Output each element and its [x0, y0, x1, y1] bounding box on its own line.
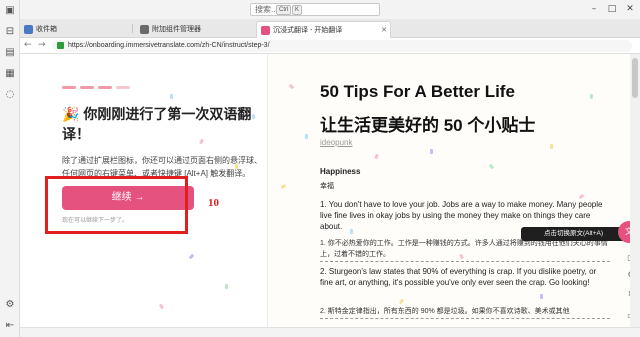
paragraph-1-translation: 1. 你不必热爱你的工作。工作是一种赚钱的方式。许多人通过将赚到的钱用在他们关心… [320, 238, 610, 262]
scrollbar-thumb[interactable] [632, 58, 638, 98]
status-bar [20, 327, 640, 337]
forward-icon[interactable]: → [38, 40, 46, 50]
step-indicator [62, 86, 162, 89]
tab-strip: 收件箱 附加组件管理器 沉浸式翻译 - 开始翻译 ✕ [20, 19, 640, 38]
confetti [550, 144, 553, 149]
reading-list-icon[interactable]: ▤ [4, 47, 16, 59]
vertical-sidebar: ▣ ⊟ ▤ ▦ ◌ ⚙ ⇤ [0, 0, 20, 337]
maximize-icon[interactable]: □ [604, 2, 620, 16]
step-dot [80, 86, 94, 89]
back-icon[interactable]: ← [24, 40, 32, 50]
mail-icon [24, 25, 33, 34]
tab-immersive-translate[interactable]: 沉浸式翻译 - 开始翻译 ✕ [256, 21, 391, 38]
step-dot [116, 86, 130, 89]
step-dot [98, 86, 112, 89]
scrollbar[interactable] [630, 54, 640, 327]
confetti [305, 134, 308, 139]
confetti [225, 284, 228, 289]
collapse-icon[interactable]: ⇤ [4, 320, 16, 332]
section-heading: Happiness [320, 167, 361, 176]
close-tab-icon[interactable]: ✕ [381, 22, 387, 39]
puzzle-icon [140, 25, 149, 34]
address-bar[interactable]: https://onboarding.immersivetranslate.co… [52, 40, 632, 52]
article-title-translation: 让生活更美好的 50 个小贴士 [320, 116, 536, 135]
onboarding-panel: 🎉 你刚刚进行了第一次双语翻译！ 除了通过扩展栏图标，你还可以通过页面右侧的悬浮… [20, 54, 268, 327]
annotation-number: 10 [208, 197, 219, 209]
history-icon[interactable]: ▦ [4, 68, 16, 80]
navigation-bar: ← → https://onboarding.immersivetranslat… [20, 38, 640, 54]
titlebar: 搜索... Ctrl K – □ ✕ [20, 0, 640, 19]
tab-divider [132, 24, 133, 33]
lock-icon [57, 42, 64, 49]
shortcut-key-k: K [292, 5, 303, 15]
shortcut-key-ctrl: Ctrl [276, 5, 292, 15]
tab-label: 沉浸式翻译 - 开始翻译 [273, 27, 343, 34]
tab-label: 附加组件管理器 [152, 26, 201, 33]
bookmark-icon[interactable]: ⊟ [4, 26, 16, 38]
translate-icon [261, 26, 270, 35]
onboarding-heading: 🎉 你刚刚进行了第一次双语翻译！ [62, 106, 252, 142]
confetti [540, 294, 543, 299]
confetti [590, 94, 593, 99]
author-link[interactable]: ideopunk [320, 138, 352, 147]
paragraph-2: 2. Sturgeon's law states that 90% of eve… [320, 267, 597, 287]
settings-icon[interactable]: ⚙ [4, 299, 16, 311]
tab-inbox[interactable]: 收件箱 [20, 21, 124, 38]
confetti [430, 149, 433, 154]
step-dot [62, 86, 76, 89]
search-input[interactable]: 搜索... [250, 3, 380, 16]
section-heading-translation: 幸福 [320, 183, 334, 190]
page-content: 🎉 你刚刚进行了第一次双语翻译！ 除了通过扩展栏图标，你还可以通过页面右侧的悬浮… [20, 54, 640, 327]
tab-label: 收件箱 [36, 26, 57, 33]
paragraph-2-translation: 2. 斯特金定律指出，所有东西的 90% 都是垃圾。如果你不喜欢诗歌、美术或其他 [320, 306, 610, 319]
reader-icon[interactable]: ▣ [4, 5, 16, 17]
article-title: 50 Tips For A Better Life [320, 82, 515, 101]
toggle-tooltip: 点击切换原文(Alt+A) [521, 227, 626, 241]
confetti [235, 164, 238, 169]
tab-addons-manager[interactable]: 附加组件管理器 [136, 21, 254, 38]
confetti [170, 94, 173, 99]
chat-icon[interactable]: ◌ [4, 89, 16, 101]
highlight-annotation-box [45, 176, 188, 234]
confetti [350, 229, 353, 234]
close-icon[interactable]: ✕ [622, 2, 638, 16]
minimize-icon[interactable]: – [586, 2, 602, 16]
